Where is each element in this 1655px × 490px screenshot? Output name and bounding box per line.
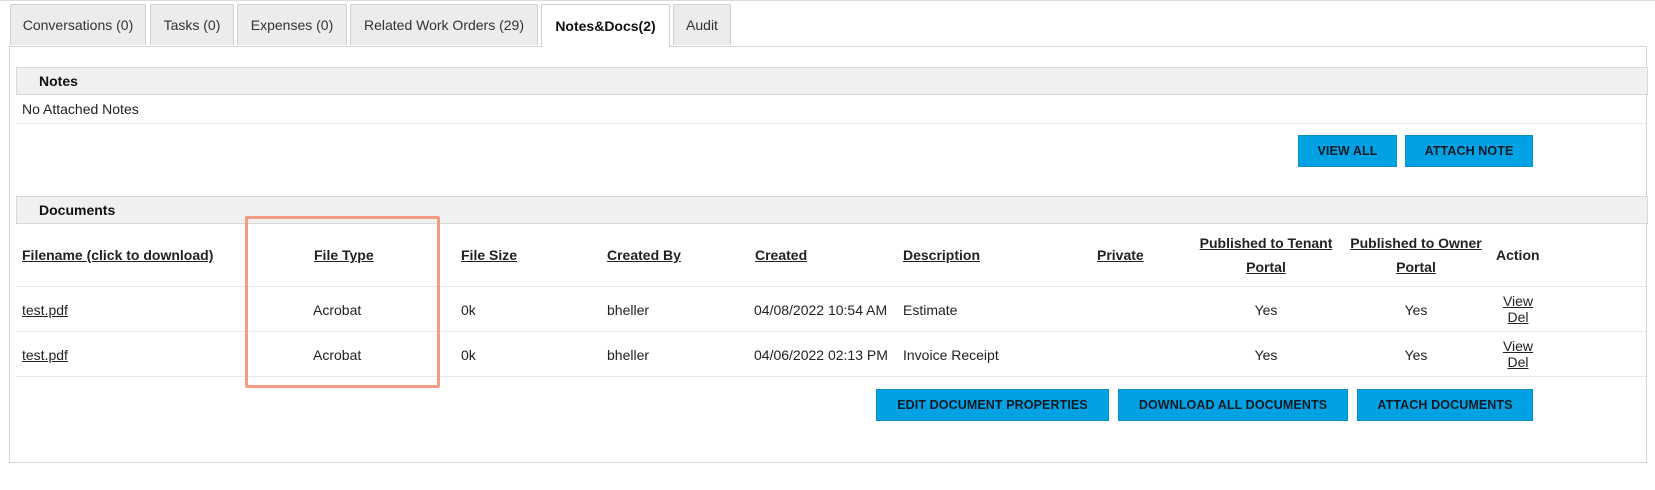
edit-document-properties-button[interactable]: EDIT DOCUMENT PROPERTIES <box>876 389 1109 421</box>
row-divider <box>16 376 1648 377</box>
attach-documents-button[interactable]: ATTACH DOCUMENTS <box>1357 389 1533 421</box>
tab-tasks[interactable]: Tasks (0) <box>150 4 234 45</box>
created-cell: 04/06/2022 02:13 PM <box>754 347 888 363</box>
column-header-action: Action <box>1496 247 1540 263</box>
published-owner-cell: Yes <box>1404 347 1428 363</box>
notes-docs-panel: Notes No Attached Notes VIEW ALL ATTACH … <box>9 46 1648 463</box>
column-header-file-size[interactable]: File Size <box>461 247 517 263</box>
tab-conversations[interactable]: Conversations (0) <box>10 4 146 45</box>
notes-section-header: Notes <box>16 67 1648 95</box>
description-cell: Estimate <box>903 302 958 318</box>
no-notes-message: No Attached Notes <box>22 101 139 117</box>
view-all-button[interactable]: VIEW ALL <box>1298 135 1397 167</box>
header-divider <box>16 286 1648 287</box>
delete-link[interactable]: Del <box>1500 354 1536 370</box>
notes-title: Notes <box>39 73 78 89</box>
top-border <box>0 0 1655 1</box>
file-size-cell: 0k <box>461 302 476 318</box>
column-header-created[interactable]: Created <box>755 247 807 263</box>
published-tenant-cell: Yes <box>1254 302 1278 318</box>
tab-expenses[interactable]: Expenses (0) <box>237 4 347 45</box>
tab-related-work-orders[interactable]: Related Work Orders (29) <box>350 4 538 45</box>
row-actions: View Del <box>1500 293 1536 325</box>
view-link[interactable]: View <box>1500 293 1536 309</box>
divider <box>16 123 1648 124</box>
column-header-private[interactable]: Private <box>1097 247 1144 263</box>
column-header-filename[interactable]: Filename (click to download) <box>22 247 213 263</box>
documents-title: Documents <box>39 202 116 218</box>
download-all-documents-button[interactable]: DOWNLOAD ALL DOCUMENTS <box>1118 389 1348 421</box>
tab-audit[interactable]: Audit <box>673 4 731 45</box>
published-tenant-cell: Yes <box>1254 347 1278 363</box>
row-actions: View Del <box>1500 338 1536 370</box>
tab-notes-docs[interactable]: Notes&Docs(2) <box>541 4 670 47</box>
column-header-published-owner-line2: Portal <box>1396 259 1436 275</box>
created-cell: 04/08/2022 10:54 AM <box>754 302 888 318</box>
column-header-published-tenant[interactable]: Published to Tenant Portal <box>1196 231 1336 279</box>
description-cell: Invoice Receipt <box>903 347 999 363</box>
file-size-cell: 0k <box>461 347 476 363</box>
attach-note-button[interactable]: ATTACH NOTE <box>1405 135 1533 167</box>
column-header-published-owner[interactable]: Published to Owner Portal <box>1346 231 1486 279</box>
view-link[interactable]: View <box>1500 338 1536 354</box>
created-by-cell: bheller <box>607 347 650 363</box>
file-type-cell: Acrobat <box>313 302 362 318</box>
filename-link[interactable]: test.pdf <box>22 347 68 363</box>
created-by-cell: bheller <box>607 302 650 318</box>
column-header-published-tenant-line1: Published to Tenant <box>1199 235 1333 251</box>
delete-link[interactable]: Del <box>1500 309 1536 325</box>
filename-link[interactable]: test.pdf <box>22 302 68 318</box>
column-header-created-by[interactable]: Created By <box>607 247 681 263</box>
column-header-description[interactable]: Description <box>903 247 980 263</box>
file-type-cell: Acrobat <box>313 347 362 363</box>
published-owner-cell: Yes <box>1404 302 1428 318</box>
documents-section-header: Documents <box>16 196 1648 224</box>
column-header-published-owner-line1: Published to Owner <box>1350 235 1482 251</box>
row-divider <box>16 331 1648 332</box>
column-header-published-tenant-line2: Portal <box>1246 259 1286 275</box>
column-header-file-type[interactable]: File Type <box>314 247 374 263</box>
